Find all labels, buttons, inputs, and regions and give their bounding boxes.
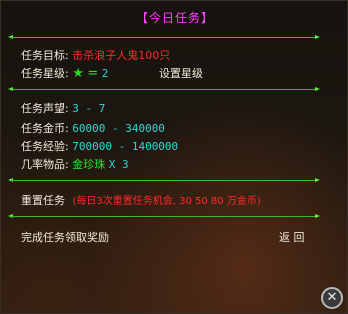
item-count: X 3 (108, 158, 129, 171)
reset-row: 重置任务 (每日3次重置任务机会, 30 50 80 万金币) (21, 194, 261, 208)
level-label: 任务星级: (21, 67, 69, 80)
reset-quest-button[interactable]: 重置任务 (21, 194, 65, 207)
set-level-button[interactable]: 设置星级 (159, 67, 203, 81)
target-row: 任务目标: 击杀浪子人鬼100只 (21, 49, 170, 63)
reputation-label: 任务声望: (21, 102, 69, 115)
divider (8, 34, 320, 41)
quest-panel: 【今日任务】 任务目标: 击杀浪子人鬼100只 任务星级: ★ = 2 设置星级… (0, 0, 348, 314)
star-icon: ★ (72, 66, 84, 81)
target-label: 任务目标: (21, 49, 69, 62)
gold-value: 60000 - 340000 (72, 122, 165, 135)
exp-value: 700000 - 1400000 (72, 140, 179, 153)
divider (8, 177, 320, 184)
close-icon: ✕ (326, 290, 338, 305)
gold-row: 任务金币: 60000 - 340000 (21, 122, 165, 136)
claim-reward-button[interactable]: 完成任务领取奖励 (21, 231, 109, 245)
gold-label: 任务金币: (21, 122, 69, 135)
reset-note: (每日3次重置任务机会, 30 50 80 万金币) (72, 196, 261, 207)
close-button[interactable]: ✕ (321, 287, 343, 309)
exp-label: 任务经验: (21, 140, 69, 153)
target-value: 击杀浪子人鬼100只 (72, 49, 171, 62)
back-button[interactable]: 返 回 (279, 231, 305, 245)
reputation-value: 3 - 7 (72, 102, 106, 115)
level-equals: = (87, 66, 99, 81)
item-row: 几率物品: 金珍珠 X 3 (21, 158, 129, 172)
level-row: 任务星级: ★ = 2 设置星级 (21, 67, 341, 81)
panel-title: 【今日任务】 (135, 11, 214, 25)
level-value: 2 (101, 67, 109, 80)
reputation-row: 任务声望: 3 - 7 (21, 102, 105, 116)
exp-row: 任务经验: 700000 - 1400000 (21, 140, 178, 154)
divider (8, 213, 320, 220)
item-label: 几率物品: (21, 158, 69, 171)
divider (8, 86, 320, 93)
item-name[interactable]: 金珍珠 (72, 158, 105, 171)
